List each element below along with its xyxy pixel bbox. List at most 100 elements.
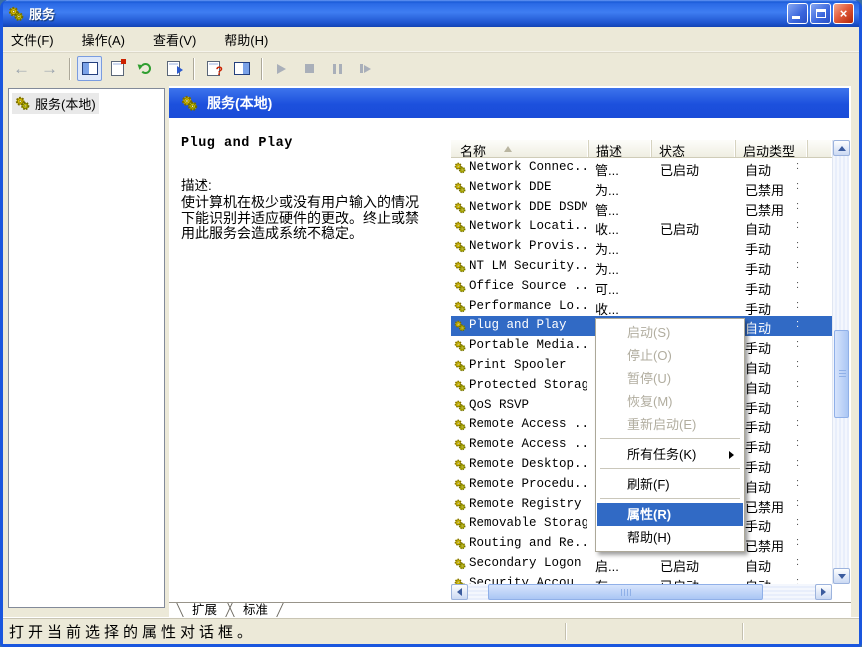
gears-icon (15, 96, 30, 111)
context-menu-item[interactable] (600, 468, 740, 471)
maximize-button[interactable] (810, 3, 831, 24)
service-row[interactable]: Network Locati... 收... 已启动 自动 : (451, 217, 832, 237)
service-name-cell: Remote Access .. (469, 417, 587, 432)
service-row[interactable]: Office Source ... 可... 手动 : (451, 277, 832, 297)
forward-button[interactable]: → (37, 56, 62, 81)
show-action-pane-button[interactable] (229, 56, 254, 81)
horizontal-scrollbar[interactable] (451, 584, 832, 600)
vertical-scrollbar-thumb[interactable] (834, 330, 849, 418)
service-gear-icon (454, 321, 466, 332)
horizontal-scrollbar-thumb[interactable] (488, 584, 763, 600)
service-startup-cell: 已禁用 (745, 499, 785, 515)
window-controls: × (787, 3, 854, 24)
service-startup-cell: 已禁用 (745, 539, 785, 555)
service-row[interactable]: Network DDE DSDM 管... 已禁用 : (451, 198, 832, 218)
statusbar-divider (565, 623, 566, 640)
service-row[interactable]: Network Connec... 管... 已启动 自动 : (451, 158, 832, 178)
menu-item[interactable]: 操作(A) (82, 30, 125, 49)
service-gear-icon (454, 400, 466, 411)
column-header[interactable] (808, 140, 832, 157)
properties-button[interactable] (105, 56, 130, 81)
stop-service-button[interactable] (297, 56, 322, 81)
context-menu-item[interactable]: 启动(S) (597, 321, 743, 344)
service-gear-icon (454, 340, 466, 352)
context-menu-item[interactable]: 停止(O) (597, 344, 743, 367)
context-menu-item-label: 帮助(H) (627, 530, 672, 545)
context-menu-item[interactable]: 属性(R) (597, 503, 743, 526)
service-startup-cell: 自动 (745, 576, 795, 584)
service-startup-cell: 已禁用 (745, 202, 785, 218)
service-row[interactable]: Secondary Logon 启... 已启动 自动 : (451, 554, 832, 574)
overflow-mark: : (796, 496, 800, 509)
context-menu-item[interactable]: 暂停(U) (597, 367, 743, 390)
restart-service-button[interactable] (353, 56, 378, 81)
service-startup-cell: 自动 (745, 222, 772, 238)
context-menu-item[interactable]: 所有任务(K) (597, 443, 743, 466)
column-header[interactable]: 启动类型 (736, 140, 808, 157)
vertical-scrollbar[interactable] (832, 140, 850, 584)
service-description: 使计算机在极少或没有用户输入的情况下能识别并适应硬件的更改。终止或禁用此服务会造… (181, 194, 419, 241)
service-name-cell: Remote Registry (469, 496, 582, 511)
service-desc-cell: 管... (595, 202, 619, 218)
context-menu-item-label: 恢复(M) (627, 394, 673, 409)
context-menu-item-label: 暂停(U) (627, 371, 672, 386)
column-header[interactable]: 描述 (589, 140, 652, 157)
menu-item[interactable]: 文件(F) (11, 30, 54, 49)
service-gear-icon (454, 380, 466, 392)
service-desc-cell: 启... (595, 558, 619, 574)
scroll-down-button[interactable] (833, 568, 850, 584)
overflow-mark: : (796, 516, 800, 529)
context-menu-item[interactable] (600, 438, 740, 441)
menu-item[interactable]: 查看(V) (153, 30, 196, 49)
start-service-button[interactable] (269, 56, 294, 81)
context-menu-item[interactable] (600, 498, 740, 501)
back-button[interactable]: ← (9, 56, 34, 81)
context-menu-item[interactable]: 重新启动(E) (597, 413, 743, 436)
context-menu-item[interactable]: 帮助(H) (597, 526, 743, 549)
service-gear-icon (454, 162, 466, 174)
menu-item[interactable]: 帮助(H) (224, 30, 268, 49)
selected-service-name: Plug and Play (181, 136, 293, 151)
context-menu-item-label: 停止(O) (627, 348, 672, 363)
service-startup-cell: 自动 (745, 558, 772, 574)
export-list-button[interactable] (161, 56, 186, 81)
overflow-mark: : (796, 437, 800, 450)
service-gear-icon (454, 301, 466, 312)
service-row[interactable]: NT LM Security... 为... 手动 : (451, 257, 832, 277)
toolbar-separator (69, 57, 70, 80)
service-gear-icon (454, 518, 466, 530)
service-status-cell: 已启动 (660, 558, 700, 574)
help-button[interactable] (201, 56, 226, 81)
column-header[interactable]: 状态 (652, 140, 736, 157)
service-startup-cell: 手动 (745, 459, 772, 475)
stop-service-icon (305, 64, 314, 73)
service-startup-cell: 自动 (745, 479, 772, 495)
scroll-up-button[interactable] (833, 140, 850, 156)
tree-item-services-local[interactable]: 服务(本地) (12, 93, 99, 114)
service-name-cell: Routing and Re.. (469, 536, 587, 551)
refresh-button[interactable] (133, 56, 158, 81)
service-row[interactable]: Performance Lo... 收... 手动 : (451, 297, 832, 317)
scroll-left-button[interactable] (451, 584, 468, 600)
overflow-mark: : (796, 179, 800, 192)
show-console-tree-button[interactable] (77, 56, 102, 81)
service-detail-panel: Plug and Play 描述: 使计算机在极少或没有用户输入的情况下能识别并… (181, 136, 423, 242)
service-row[interactable]: Security Accou.. 存... 已启动 自动 : (451, 574, 832, 584)
service-gear-icon (454, 538, 466, 550)
overflow-mark: : (796, 338, 800, 351)
column-header[interactable]: 名称 (451, 140, 589, 157)
service-name-cell: Print Spooler (469, 357, 567, 372)
pause-service-button[interactable] (325, 56, 350, 81)
scroll-right-button[interactable] (815, 584, 832, 600)
service-row[interactable]: Network DDE 为... 已禁用 : (451, 178, 832, 198)
service-gear-icon (454, 479, 466, 491)
service-row[interactable]: Network Provis... 为... 手动 : (451, 237, 832, 257)
service-name-cell: Portable Media.. (469, 338, 587, 353)
minimize-button[interactable] (787, 3, 808, 24)
service-gear-icon (454, 459, 466, 471)
context-menu-item[interactable]: 刷新(F) (597, 473, 743, 496)
context-menu-item[interactable]: 恢复(M) (597, 390, 743, 413)
service-name-cell: Performance Lo... (469, 298, 587, 313)
service-startup-cell: 手动 (745, 242, 772, 258)
close-button[interactable]: × (833, 3, 854, 24)
